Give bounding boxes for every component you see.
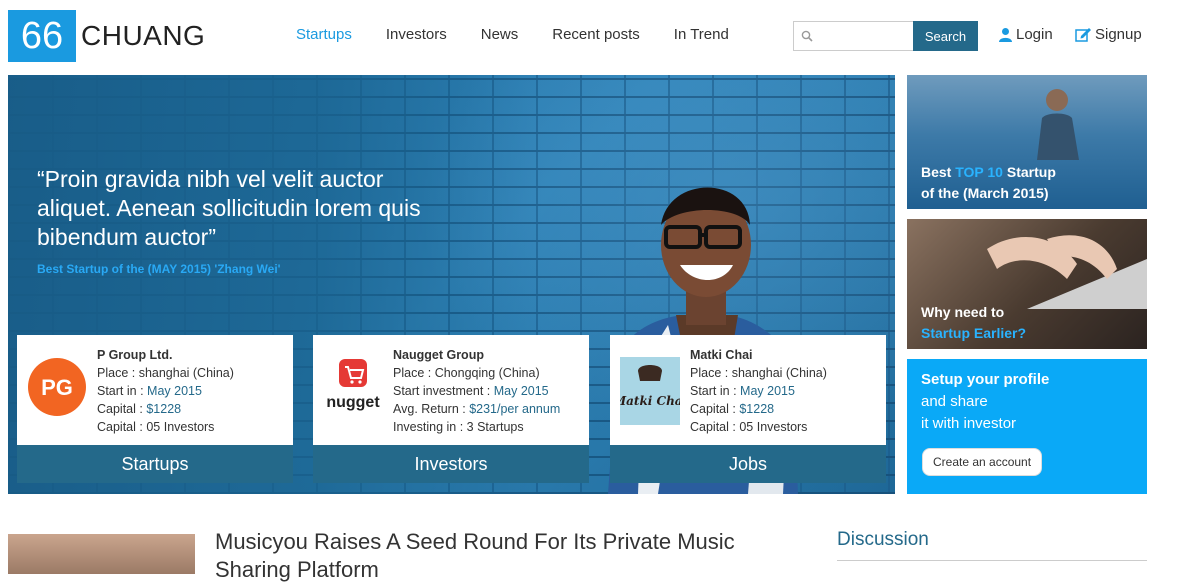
investor-card: nugget Naugget Group Place : Chongqing (… bbox=[313, 335, 589, 483]
discussion-heading: Discussion bbox=[837, 529, 929, 550]
search-icon bbox=[801, 30, 813, 42]
laptop-typing-image bbox=[987, 235, 1147, 309]
card-row: Place : Chongqing (China) bbox=[393, 366, 540, 380]
job-card: Matki Chai Matki Chai Place : shanghai (… bbox=[610, 335, 886, 483]
nav-item-startups[interactable]: Startups bbox=[296, 26, 352, 43]
main-nav: Startups Investors News Recent posts In … bbox=[296, 26, 763, 43]
panel-title: Best TOP 10 Startup of the (March 2015) bbox=[921, 164, 1056, 201]
card-body[interactable]: nugget Naugget Group Place : Chongqing (… bbox=[313, 335, 589, 445]
signup-link[interactable]: Signup bbox=[1075, 26, 1142, 43]
card-row: Start investment : May 2015 bbox=[393, 384, 549, 398]
card-row: Capital : $1228 bbox=[690, 402, 775, 416]
article-thumbnail[interactable] bbox=[8, 534, 195, 574]
nav-item-in-trend[interactable]: In Trend bbox=[674, 26, 729, 43]
search-form: Search bbox=[793, 21, 978, 51]
pg-logo-text: PG bbox=[41, 375, 73, 400]
jobs-button[interactable]: Jobs bbox=[610, 445, 886, 483]
signup-label: Signup bbox=[1095, 26, 1142, 43]
hero-quote-attribution: Best Startup of the (MAY 2015) 'Zhang We… bbox=[37, 262, 281, 276]
login-label: Login bbox=[1016, 26, 1053, 43]
pg-logo-icon: PG bbox=[28, 358, 86, 416]
hero-quote: “Proin gravida nibh vel velit auctor ali… bbox=[37, 166, 421, 250]
matki-chai-logo-text: Matki Chai bbox=[620, 394, 680, 408]
card-info: Matki Chai Place : shanghai (China) Star… bbox=[690, 346, 827, 436]
card-title: Matki Chai bbox=[690, 348, 753, 362]
card-row: Start in : May 2015 bbox=[97, 384, 202, 398]
panel-title: Why need to Startup Earlier? bbox=[921, 304, 1027, 341]
search-field-wrap bbox=[793, 21, 913, 51]
card-title: Naugget Group bbox=[393, 348, 484, 362]
card-row: Investing in : 3 Startups bbox=[393, 420, 524, 434]
card-body[interactable]: Matki Chai Matki Chai Place : shanghai (… bbox=[610, 335, 886, 445]
site-header: 66 CHUANG Startups Investors News Recent… bbox=[0, 0, 1187, 72]
edit-icon bbox=[1075, 28, 1091, 42]
nav-item-recent-posts[interactable]: Recent posts bbox=[552, 26, 640, 43]
setup-profile-panel: Setup your profile and share it with inv… bbox=[907, 359, 1147, 494]
startup-card: PG P Group Ltd. Place : shanghai (China)… bbox=[17, 335, 293, 483]
matki-chai-logo-icon: Matki Chai bbox=[620, 357, 680, 425]
investors-button[interactable]: Investors bbox=[313, 445, 589, 483]
card-info: P Group Ltd. Place : shanghai (China) St… bbox=[97, 346, 234, 436]
nav-item-investors[interactable]: Investors bbox=[386, 26, 447, 43]
top10-startup-panel[interactable]: Best TOP 10 Startup of the (March 2015) bbox=[907, 75, 1147, 209]
search-button[interactable]: Search bbox=[913, 21, 978, 51]
nugget-logo-icon: nugget bbox=[326, 359, 380, 411]
man-on-bridge-image bbox=[1037, 89, 1079, 160]
login-link[interactable]: Login bbox=[998, 26, 1053, 43]
logo-text: CHUANG bbox=[81, 20, 206, 51]
card-row: Capital : 05 Investors bbox=[690, 420, 808, 434]
setup-profile-text: Setup your profile and share it with inv… bbox=[921, 371, 1050, 432]
card-row: Avg. Return : $231/per annum bbox=[393, 402, 561, 416]
card-row: Capital : $1228 bbox=[97, 402, 182, 416]
site-logo[interactable]: 66 CHUANG bbox=[8, 10, 205, 62]
card-info: Naugget Group Place : Chongqing (China) … bbox=[393, 346, 560, 436]
card-row: Start in : May 2015 bbox=[690, 384, 795, 398]
hero-banner: “Proin gravida nibh vel velit auctor ali… bbox=[8, 75, 895, 494]
user-icon bbox=[999, 28, 1012, 42]
startup-earlier-panel[interactable]: Why need to Startup Earlier? bbox=[907, 219, 1147, 349]
create-account-button[interactable]: Create an account bbox=[922, 448, 1043, 476]
article-title[interactable]: Musicyou Raises A Seed Round For Its Pri… bbox=[215, 528, 775, 584]
card-row: Place : shanghai (China) bbox=[690, 366, 827, 380]
divider bbox=[837, 560, 1147, 561]
startups-button[interactable]: Startups bbox=[17, 445, 293, 483]
card-body[interactable]: PG P Group Ltd. Place : shanghai (China)… bbox=[17, 335, 293, 445]
logo-number: 66 bbox=[8, 10, 76, 62]
nav-item-news[interactable]: News bbox=[481, 26, 519, 43]
card-row: Place : shanghai (China) bbox=[97, 366, 234, 380]
nugget-logo-text: nugget bbox=[326, 394, 380, 411]
card-title: P Group Ltd. bbox=[97, 348, 173, 362]
card-row: Capital : 05 Investors bbox=[97, 420, 215, 434]
